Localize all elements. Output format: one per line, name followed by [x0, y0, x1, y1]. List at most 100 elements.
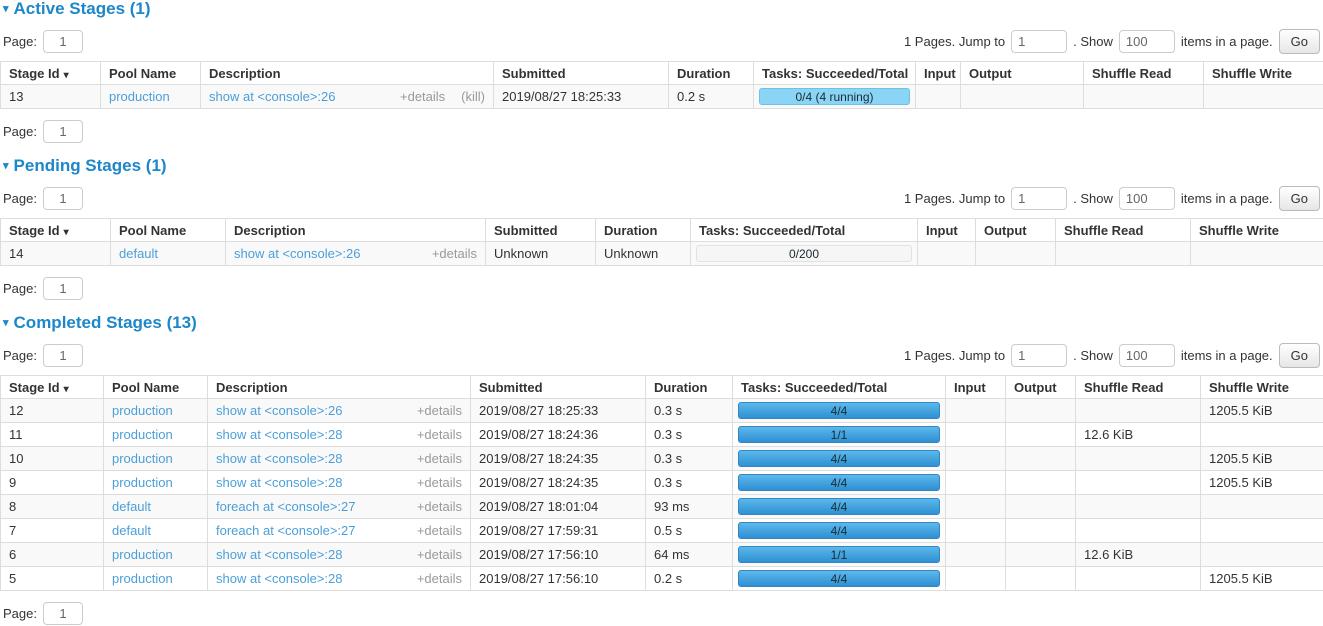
section-title-completed[interactable]: ▾Completed Stages (13) [3, 314, 1323, 332]
page-input[interactable] [43, 602, 83, 625]
pool-name-link[interactable]: production [112, 571, 173, 586]
page-input[interactable] [43, 187, 83, 210]
details-link[interactable]: +details [417, 571, 462, 586]
go-button[interactable]: Go [1279, 29, 1320, 54]
stage-id-cell: 14 [1, 242, 111, 266]
column-header-shuffle-write[interactable]: Shuffle Write [1201, 376, 1323, 399]
description-cell: foreach at <console>:27 +details [208, 519, 471, 543]
column-header-stage-id[interactable]: Stage Id▾ [1, 219, 111, 242]
page-input[interactable] [43, 30, 83, 53]
column-header-output[interactable]: Output [976, 219, 1056, 242]
details-link[interactable]: +details [417, 403, 462, 418]
description-cell: show at <console>:28 +details [208, 447, 471, 471]
pool-name-link[interactable]: production [112, 451, 173, 466]
pool-name-link[interactable]: production [112, 427, 173, 442]
description-link[interactable]: show at <console>:28 [216, 547, 342, 562]
column-header-tasks-succeeded-total[interactable]: Tasks: Succeeded/Total [733, 376, 946, 399]
column-header-pool-name[interactable]: Pool Name [104, 376, 208, 399]
details-link[interactable]: +details [417, 547, 462, 562]
details-link[interactable]: +details [417, 427, 462, 442]
description-link[interactable]: show at <console>:26 [209, 89, 335, 104]
pool-name-cell: default [104, 519, 208, 543]
pages-count-text: 1 Pages. Jump to [904, 191, 1005, 206]
page-input[interactable] [43, 344, 83, 367]
column-header-submitted[interactable]: Submitted [494, 62, 669, 85]
description-link[interactable]: foreach at <console>:27 [216, 523, 356, 538]
description-link[interactable]: show at <console>:28 [216, 571, 342, 586]
pool-name-link[interactable]: default [119, 246, 158, 261]
pool-name-link[interactable]: production [112, 547, 173, 562]
column-header-stage-id[interactable]: Stage Id▾ [1, 62, 101, 85]
section-title-active[interactable]: ▾Active Stages (1) [3, 0, 1323, 18]
section-title-text: Active Stages (1) [14, 0, 151, 18]
output-cell [976, 242, 1056, 266]
pool-name-link[interactable]: production [112, 403, 173, 418]
description-link[interactable]: show at <console>:28 [216, 475, 342, 490]
jump-to-input[interactable] [1011, 344, 1067, 367]
go-button[interactable]: Go [1279, 186, 1320, 211]
column-header-stage-id[interactable]: Stage Id ▾ [1, 376, 104, 399]
description-link[interactable]: show at <console>:26 [234, 246, 360, 261]
column-header-pool-name[interactable]: Pool Name [101, 62, 201, 85]
column-header-description[interactable]: Description [226, 219, 486, 242]
column-header-label: Submitted [494, 223, 558, 238]
column-header-shuffle-read[interactable]: Shuffle Read [1056, 219, 1191, 242]
column-header-output[interactable]: Output [1006, 376, 1076, 399]
tasks-cell: 1/1 [733, 423, 946, 447]
column-header-label: Input [924, 66, 956, 81]
details-link[interactable]: +details [417, 499, 462, 514]
column-header-shuffle-read[interactable]: Shuffle Read [1084, 62, 1204, 85]
sort-desc-icon: ▾ [64, 384, 69, 395]
description-link[interactable]: foreach at <console>:27 [216, 499, 356, 514]
column-header-pool-name[interactable]: Pool Name [111, 219, 226, 242]
kill-link[interactable]: (kill) [461, 89, 485, 104]
pool-name-cell: production [101, 85, 201, 109]
details-link[interactable]: +details [432, 246, 477, 261]
details-link[interactable]: +details [417, 475, 462, 490]
column-header-submitted[interactable]: Submitted [471, 376, 646, 399]
column-header-shuffle-write[interactable]: Shuffle Write [1191, 219, 1323, 242]
pool-name-link[interactable]: default [112, 523, 151, 538]
pool-name-link[interactable]: production [112, 475, 173, 490]
jump-to-input[interactable] [1011, 30, 1067, 53]
input-cell [946, 399, 1006, 423]
jump-to-input[interactable] [1011, 187, 1067, 210]
output-cell [1006, 399, 1076, 423]
pool-name-cell: production [104, 423, 208, 447]
stages-table-active: Stage Id▾ Pool Name DescriptionSubmittedDu… [0, 61, 1323, 109]
task-progress-bar: 4/4 [738, 450, 940, 467]
details-link[interactable]: +details [417, 523, 462, 538]
show-count-input[interactable] [1119, 344, 1175, 367]
page-input[interactable] [43, 277, 83, 300]
column-header-tasks-succeeded-total[interactable]: Tasks: Succeeded/Total [754, 62, 916, 85]
details-link[interactable]: +details [400, 89, 445, 104]
column-header-output[interactable]: Output [961, 62, 1084, 85]
section-title-pending[interactable]: ▾Pending Stages (1) [3, 157, 1323, 175]
tasks-cell: 1/1 [733, 543, 946, 567]
page-input[interactable] [43, 120, 83, 143]
column-header-shuffle-write[interactable]: Shuffle Write [1204, 62, 1323, 85]
show-count-input[interactable] [1119, 30, 1175, 53]
description-link[interactable]: show at <console>:28 [216, 451, 342, 466]
column-header-label: Pool Name [109, 66, 176, 81]
column-header-input[interactable]: Input [918, 219, 976, 242]
description-link[interactable]: show at <console>:26 [216, 403, 342, 418]
details-link[interactable]: +details [417, 451, 462, 466]
column-header-input[interactable]: Input [916, 62, 961, 85]
column-header-shuffle-read[interactable]: Shuffle Read [1076, 376, 1201, 399]
column-header-duration[interactable]: Duration [669, 62, 754, 85]
column-header-description[interactable]: Description [201, 62, 494, 85]
description-link[interactable]: show at <console>:28 [216, 427, 342, 442]
pool-name-link[interactable]: default [112, 499, 151, 514]
go-button[interactable]: Go [1279, 343, 1320, 368]
duration-cell: 0.5 s [646, 519, 733, 543]
column-header-duration[interactable]: Duration [596, 219, 691, 242]
column-header-submitted[interactable]: Submitted [486, 219, 596, 242]
pool-name-link[interactable]: production [109, 89, 170, 104]
column-header-tasks-succeeded-total[interactable]: Tasks: Succeeded/Total [691, 219, 918, 242]
column-header-duration[interactable]: Duration [646, 376, 733, 399]
column-header-label: Stage Id [9, 380, 60, 395]
show-count-input[interactable] [1119, 187, 1175, 210]
column-header-description[interactable]: Description [208, 376, 471, 399]
column-header-input[interactable]: Input [946, 376, 1006, 399]
